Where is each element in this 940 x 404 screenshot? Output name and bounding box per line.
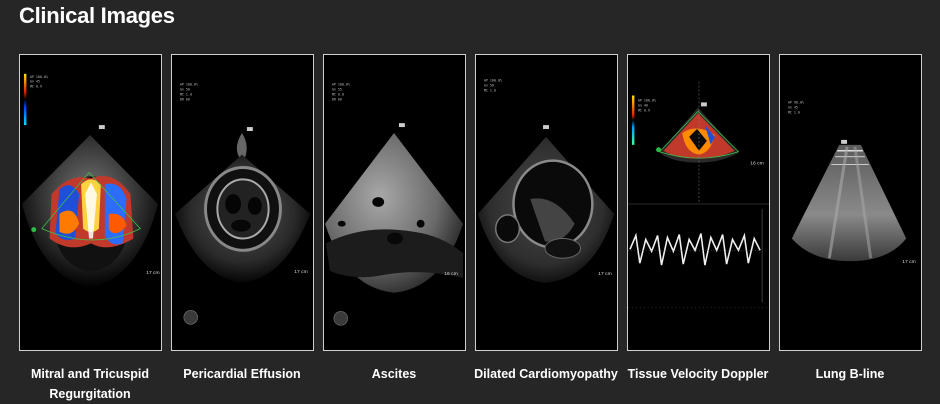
svg-text:MI 1.0: MI 1.0 bbox=[788, 110, 800, 114]
svg-text:Gn 45: Gn 45 bbox=[30, 80, 40, 84]
caption-lung-b-line: Lung B-line bbox=[815, 367, 885, 381]
svg-text:Gn 40: Gn 40 bbox=[638, 103, 648, 107]
clinical-image-dilated-cardiomyopathy[interactable]: AP 100.0% Gn 50 MI 1.0 17 cm bbox=[475, 54, 618, 351]
svg-text:Gn 55: Gn 55 bbox=[332, 88, 342, 92]
svg-text:DR 60: DR 60 bbox=[332, 97, 342, 101]
svg-text:Gn 50: Gn 50 bbox=[180, 88, 190, 92]
caption-pericardial-effusion: Pericardial Effusion bbox=[183, 367, 301, 381]
svg-text:AP 98.0%: AP 98.0% bbox=[788, 100, 804, 104]
depth-label: 17 cm bbox=[146, 270, 159, 276]
page-title: Clinical Images bbox=[19, 3, 175, 28]
svg-text:MI 0.8: MI 0.8 bbox=[332, 93, 344, 97]
caption-tissue-velocity-doppler: Tissue Velocity Doppler bbox=[627, 367, 769, 381]
ultrasound-lung-b-line: AP 98.0% Gn 45 MI 1.0 17 cm bbox=[788, 100, 916, 265]
clinical-image-pericardial-effusion[interactable]: AP 100.0% Gn 50 MI 1.0 DR 60 17 cm bbox=[171, 54, 314, 351]
svg-text:AP 100.0%: AP 100.0% bbox=[30, 75, 48, 79]
svg-text:MI 0.9: MI 0.9 bbox=[30, 85, 42, 89]
svg-text:AP 100.0%: AP 100.0% bbox=[332, 83, 350, 87]
depth-label: 16 cm bbox=[444, 271, 457, 277]
ultrasound-tissue-doppler: AP 100.0% Gn 40 MI 0.9 16 cm bbox=[628, 81, 769, 308]
clinical-image-ascites[interactable]: AP 100.0% Gn 55 MI 0.8 DR 60 16 cm bbox=[323, 54, 466, 351]
svg-text:AP 100.0%: AP 100.0% bbox=[180, 83, 198, 87]
clinical-image-lung-b-line[interactable]: AP 98.0% Gn 45 MI 1.0 17 cm bbox=[779, 54, 922, 351]
svg-text:Gn 50: Gn 50 bbox=[484, 84, 494, 88]
caption-mitral-tricuspid: Mitral and Tricuspid Regurgitation bbox=[30, 367, 150, 401]
depth-label: 17 cm bbox=[294, 269, 307, 275]
depth-label: 17 cm bbox=[598, 271, 611, 277]
ultrasound-abdomen-ascites: AP 100.0% Gn 55 MI 0.8 DR 60 16 cm bbox=[324, 83, 464, 326]
svg-text:MI 1.0: MI 1.0 bbox=[180, 93, 192, 97]
svg-text:AP 100.0%: AP 100.0% bbox=[638, 98, 656, 102]
caption-ascites: Ascites bbox=[371, 367, 417, 381]
svg-text:AP 100.0%: AP 100.0% bbox=[484, 79, 502, 83]
ultrasound-dilated-heart: AP 100.0% Gn 50 MI 1.0 17 cm bbox=[477, 79, 615, 283]
caption-dilated-cardiomyopathy: Dilated Cardiomyopathy bbox=[474, 367, 618, 381]
clinical-image-mitral-tricuspid[interactable]: AP 100.0% Gn 45 MI 0.9 17 cm bbox=[19, 54, 162, 351]
svg-text:MI 1.0: MI 1.0 bbox=[484, 89, 496, 93]
svg-text:Gn 45: Gn 45 bbox=[788, 105, 798, 109]
clinical-image-tissue-velocity-doppler[interactable]: AP 100.0% Gn 40 MI 0.9 16 cm bbox=[627, 54, 770, 351]
ultrasound-color-doppler-heart: AP 100.0% Gn 45 MI 0.9 17 cm bbox=[21, 73, 160, 288]
ultrasound-heart-effusion: AP 100.0% Gn 50 MI 1.0 DR 60 17 cm bbox=[174, 83, 311, 325]
svg-text:DR 60: DR 60 bbox=[180, 97, 190, 101]
svg-text:MI 0.9: MI 0.9 bbox=[638, 108, 650, 112]
depth-label: 17 cm bbox=[902, 259, 915, 265]
depth-label: 16 cm bbox=[750, 161, 763, 167]
